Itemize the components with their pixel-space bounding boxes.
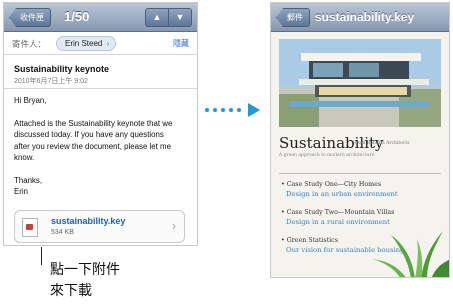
section-title: Case Study Two—Mountain Villas [281, 209, 395, 216]
callout-label: 點一下附件 來下載 [50, 260, 120, 302]
mail-date: 2010年6月7日上午 9:02 [14, 78, 88, 85]
section-desc: Design in an urban environment [286, 190, 398, 198]
chevron-right-icon: › [106, 39, 110, 48]
arrow-dot [213, 108, 217, 112]
mail-body: Attached is the Sustainability keynote t… [14, 118, 194, 163]
from-label: 寄件人： [12, 39, 47, 49]
hide-details-link[interactable]: 隱藏 [173, 38, 189, 49]
sender-chip[interactable]: Erin Steed › [56, 36, 117, 51]
document-preview-view: 郵件 sustainability.key Sustainability Jas… [270, 2, 450, 278]
keynote-file-icon [22, 218, 38, 237]
divider [4, 88, 197, 89]
body-line: know. [14, 152, 35, 162]
signoff-line: Erin [14, 187, 29, 197]
previous-message-icon[interactable]: ▲ [145, 8, 169, 27]
divider [279, 173, 441, 174]
callout-line [41, 247, 42, 265]
sender-name: Erin Steed [65, 39, 103, 48]
section-item: Case Study One—City Homes Design in an u… [281, 181, 398, 198]
arrow-dot [205, 108, 209, 112]
section-title: Case Study One—City Homes [281, 181, 398, 188]
message-nav-arrows: ▲ ▼ [145, 8, 192, 27]
signoff-line: Thanks, [14, 176, 43, 185]
grass-decoration [373, 231, 449, 277]
attachment-size: 534 KB [51, 229, 74, 236]
arrow-dot [237, 108, 241, 112]
body-line: after you review the document, please le… [14, 141, 172, 151]
document-tagline: A green approach to modern architecture [279, 153, 375, 158]
chevron-right-icon: › [172, 219, 176, 233]
attachment-button[interactable]: sustainability.key 534 KB › [14, 210, 185, 243]
mail-greeting: Hi Bryan, [14, 96, 47, 105]
inbox-back-button[interactable]: 收件匣 [9, 8, 51, 27]
mail-message-view: 收件匣 1/50 ▲ ▼ 寄件人： Erin Steed › 隱藏 Sustai… [3, 2, 198, 246]
preview-title: sustainability.key [315, 10, 415, 24]
callout-line-1: 點一下附件 [50, 262, 120, 278]
next-message-icon[interactable]: ▼ [169, 8, 192, 27]
mail-subject: Sustainability keynote [14, 64, 110, 74]
preview-navbar: 郵件 sustainability.key [271, 3, 449, 32]
mail-back-button[interactable]: 郵件 [276, 8, 310, 27]
from-row: 寄件人： Erin Steed › 隱藏 [4, 32, 197, 55]
attachment-name: sustainability.key [51, 216, 126, 226]
mail-signoff: Thanks, Erin [14, 175, 194, 198]
arrow-right-icon [248, 103, 260, 117]
message-counter: 1/50 [64, 9, 90, 24]
arrow-dot [221, 108, 225, 112]
body-line: Attached is the Sustainability keynote t… [14, 119, 173, 128]
arrow-dot [229, 108, 233, 112]
callout-line-2: 來下載 [50, 283, 92, 299]
dotted-arrow [205, 108, 241, 112]
document-subtitle: Jason Roberts Architects [353, 141, 410, 146]
house-photo [279, 39, 441, 127]
mail-navbar: 收件匣 1/50 ▲ ▼ [4, 3, 197, 32]
body-line: discussed today. If you have any questio… [14, 130, 164, 140]
